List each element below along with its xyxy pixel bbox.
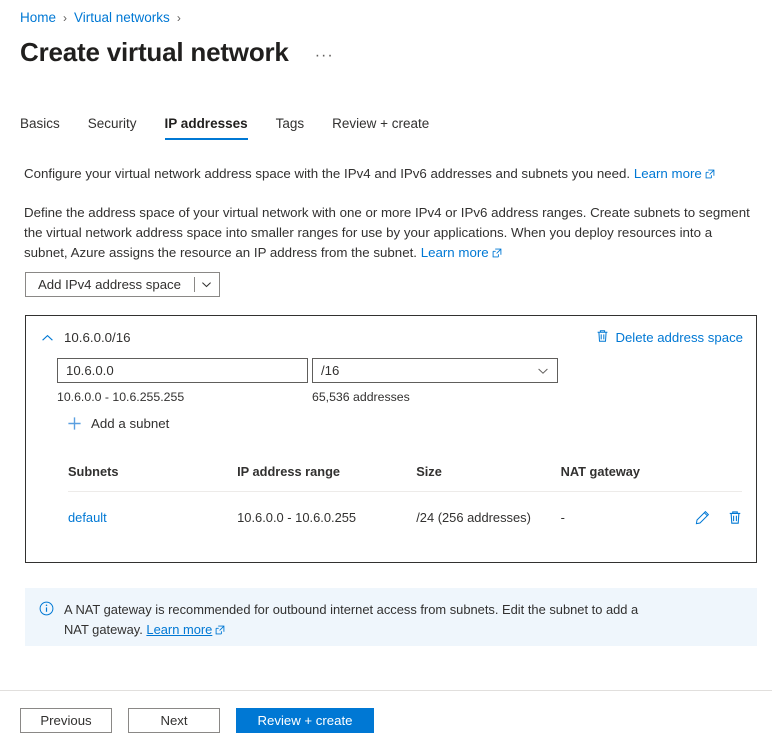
description-secondary: Define the address space of your virtual…: [24, 203, 752, 264]
address-space-name: 10.6.0.0/16: [64, 330, 131, 345]
address-space-card: 10.6.0.0/16 Delete address space /16 10.…: [25, 315, 757, 563]
breadcrumb: Home › Virtual networks ›: [20, 9, 182, 27]
add-ipv4-address-space-label: Add IPv4 address space: [38, 277, 181, 292]
address-space-prefix-value: /16: [321, 363, 340, 378]
review-create-button[interactable]: Review + create: [236, 708, 374, 733]
nat-gateway-info-text: A NAT gateway is recommended for outboun…: [64, 600, 649, 641]
subnets-table: Subnets IP address range Size NAT gatewa…: [68, 464, 742, 525]
title-row: Create virtual network ···: [20, 36, 338, 68]
nat-gateway-learn-more-label: Learn more: [146, 622, 213, 637]
learn-more-link-2-label: Learn more: [420, 245, 489, 260]
page-title: Create virtual network: [20, 37, 289, 67]
edit-subnet-icon[interactable]: [695, 510, 710, 525]
chevron-up-icon[interactable]: [41, 332, 54, 345]
tab-review-create-label: Review + create: [332, 116, 430, 131]
tab-tags-label: Tags: [275, 116, 305, 131]
subnet-name-link[interactable]: default: [68, 510, 107, 525]
add-subnet-label: Add a subnet: [91, 416, 170, 431]
subnet-nat-gateway: -: [560, 510, 565, 525]
delete-subnet-icon[interactable]: [728, 510, 742, 525]
tab-review-create[interactable]: Review + create: [318, 112, 443, 140]
address-space-card-header: 10.6.0.0/16 Delete address space: [26, 316, 756, 360]
subnet-ip-range: 10.6.0.0 - 10.6.0.255: [237, 510, 357, 525]
add-subnet-button[interactable]: Add a subnet: [67, 416, 169, 431]
column-header-size: Size: [416, 464, 561, 492]
address-space-prefix-select[interactable]: /16: [312, 358, 558, 383]
tab-basics[interactable]: Basics: [20, 112, 74, 140]
table-header-row: Subnets IP address range Size NAT gatewa…: [68, 464, 742, 492]
external-link-icon-3: [215, 621, 225, 641]
description-primary-text: Configure your virtual network address s…: [24, 166, 631, 181]
tab-ip-addresses-label: IP addresses: [164, 116, 248, 131]
column-header-subnets: Subnets: [68, 464, 238, 492]
learn-more-link-1-label: Learn more: [633, 166, 702, 181]
tab-security[interactable]: Security: [74, 112, 151, 140]
nat-gateway-info-banner: A NAT gateway is recommended for outboun…: [25, 588, 757, 646]
delete-address-space-button[interactable]: Delete address space: [596, 329, 743, 346]
breadcrumb-separator-icon: ›: [63, 11, 68, 25]
more-options-icon[interactable]: ···: [311, 48, 338, 64]
chevron-down-icon-prefix: [537, 365, 549, 377]
description-secondary-text: Define the address space of your virtual…: [24, 205, 750, 260]
column-header-actions: [694, 464, 742, 492]
breadcrumb-item-home[interactable]: Home: [20, 9, 56, 27]
nat-gateway-learn-more-link[interactable]: Learn more: [146, 622, 212, 637]
row-actions: [695, 510, 742, 525]
tab-ip-addresses[interactable]: IP addresses: [151, 112, 262, 140]
address-space-ip-input[interactable]: [57, 358, 308, 383]
breadcrumb-item-virtual-networks[interactable]: Virtual networks: [74, 9, 170, 27]
chevron-down-icon[interactable]: [195, 273, 219, 296]
subnet-size: /24 (256 addresses): [416, 510, 531, 525]
description-primary: Configure your virtual network address s…: [24, 164, 744, 184]
add-ipv4-address-space-button[interactable]: Add IPv4 address space: [25, 272, 220, 297]
external-link-icon: [705, 165, 715, 184]
create-virtual-network-page: Home › Virtual networks › Create virtual…: [0, 0, 772, 745]
delete-address-space-label: Delete address space: [615, 330, 743, 345]
wizard-footer: Previous Next Review + create: [20, 708, 374, 733]
wizard-tabs: Basics Security IP addresses Tags Review…: [20, 112, 443, 140]
footer-divider: [0, 690, 772, 691]
plus-icon: [67, 416, 82, 431]
tab-tags[interactable]: Tags: [262, 112, 319, 140]
column-header-ip-address-range: IP address range: [237, 464, 417, 492]
address-count-hint: 65,536 addresses: [312, 390, 410, 404]
previous-button[interactable]: Previous: [20, 708, 112, 733]
tab-basics-label: Basics: [20, 116, 60, 131]
tab-security-label: Security: [87, 116, 137, 131]
learn-more-link-1[interactable]: Learn more: [634, 166, 715, 181]
next-button[interactable]: Next: [128, 708, 220, 733]
trash-icon: [596, 329, 609, 346]
external-link-icon-2: [492, 244, 502, 264]
breadcrumb-separator-icon-2: ›: [176, 11, 181, 25]
column-header-nat-gateway: NAT gateway: [560, 464, 695, 492]
table-row: default 10.6.0.0 - 10.6.0.255 /24 (256 a…: [68, 492, 742, 525]
address-range-hint: 10.6.0.0 - 10.6.255.255: [57, 390, 185, 404]
learn-more-link-2[interactable]: Learn more: [421, 245, 502, 260]
info-icon: [39, 601, 54, 616]
